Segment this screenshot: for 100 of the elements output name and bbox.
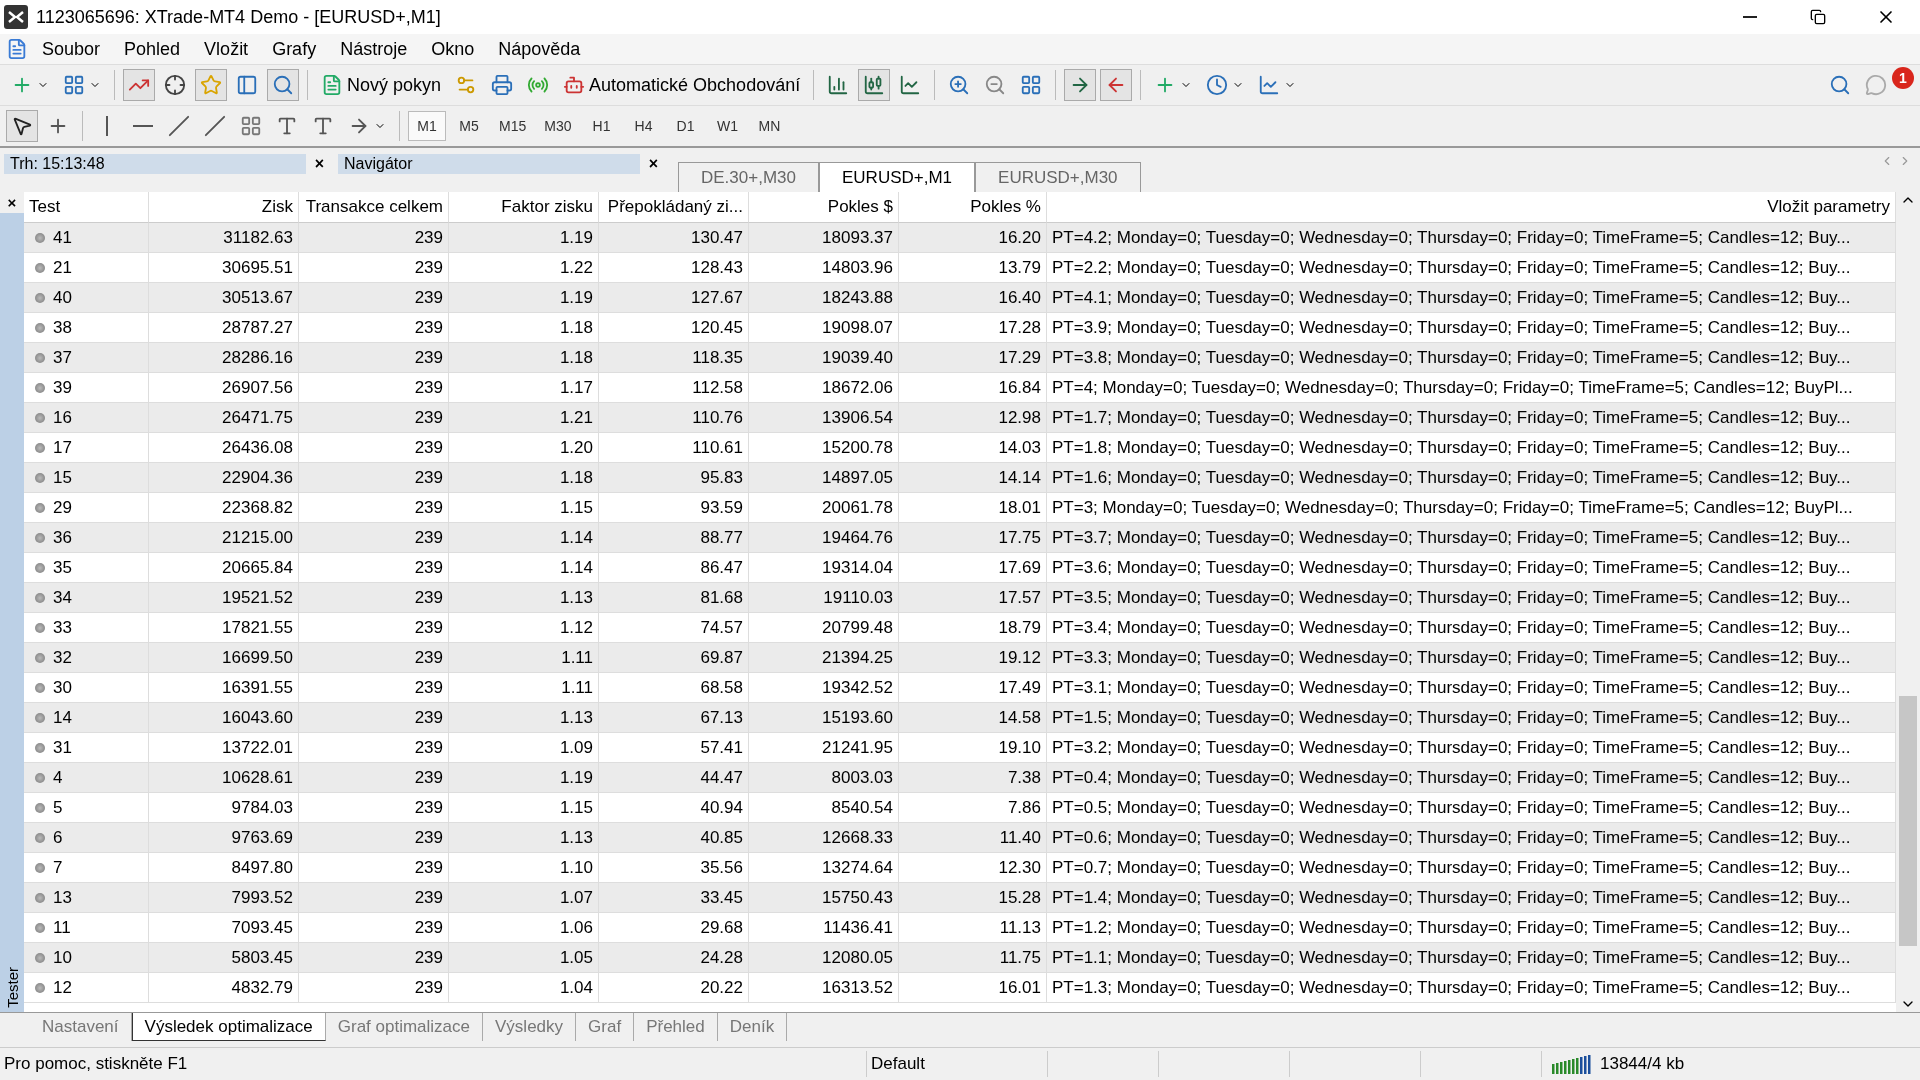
table-cell: 239: [299, 763, 449, 793]
cursor-button[interactable]: [6, 110, 38, 142]
new-order-button[interactable]: Nový pokyn: [316, 69, 447, 101]
menu-item[interactable]: Soubor: [32, 36, 111, 62]
tab[interactable]: Nastavení: [30, 1013, 132, 1041]
table-cell: 86.47: [599, 553, 749, 583]
menu-item[interactable]: Vložit: [194, 36, 259, 62]
status-dot: [35, 772, 45, 783]
tab[interactable]: Graf optimalizace: [325, 1013, 484, 1041]
timeframe-button[interactable]: H4: [624, 111, 663, 141]
table-cell: 12: [53, 977, 72, 998]
menu-item[interactable]: Grafy: [262, 36, 327, 62]
table-cell: 19521.52: [149, 583, 299, 613]
table-cell: 13.79: [899, 253, 1047, 283]
chart-tab[interactable]: EURUSD+,M1: [819, 162, 976, 192]
table-cell: 110.61: [599, 433, 749, 463]
close-button[interactable]: ×: [0, 192, 24, 213]
table-cell: 4832.79: [149, 973, 299, 1003]
status-dot: [35, 532, 45, 543]
table-cell: 118.35: [599, 343, 749, 373]
table-cell: 7993.52: [149, 883, 299, 913]
table-cell: 16.84: [899, 373, 1047, 403]
table-cell: PT=3.2; Monday=0; Tuesday=0; Wednesday=0; Thursday=0; Friday=0; TimeFrame=5; Candles=12; Buy...: [1047, 733, 1896, 763]
menu-item[interactable]: Nástroje: [330, 36, 418, 62]
status-dot: [35, 412, 45, 423]
status-dot: [35, 352, 45, 363]
auto-trading-button[interactable]: Automatické Obchodování: [558, 69, 806, 101]
status-dot: [35, 742, 45, 753]
panel-icon: [236, 74, 258, 96]
table-cell: 16391.55: [149, 673, 299, 703]
chart-tab[interactable]: EURUSD+,M30: [975, 162, 1141, 192]
table-cell: 11436.41: [749, 913, 899, 943]
close-button[interactable]: ×: [642, 155, 664, 173]
tab[interactable]: Deník: [717, 1013, 788, 1041]
tab[interactable]: Graf: [576, 1013, 635, 1041]
table-cell: PT=1.5; Monday=0; Tuesday=0; Wednesday=0; Thursday=0; Friday=0; TimeFrame=5; Candles=12; Buy...: [1047, 703, 1896, 733]
vertical-line-icon: [106, 116, 108, 136]
table-cell: 7: [53, 857, 63, 878]
chart-tab[interactable]: DE.30+,M30: [678, 162, 819, 192]
bar-chart-icon: [827, 74, 850, 96]
table-cell: 34: [53, 587, 72, 608]
chart-shift-button[interactable]: [1100, 69, 1133, 101]
timeframe-button[interactable]: D1: [666, 111, 705, 141]
minimize-icon: [1743, 16, 1757, 18]
tab[interactable]: Přehled: [634, 1013, 718, 1041]
tab[interactable]: Výsledek optimalizace: [131, 1013, 326, 1041]
table-cell: PT=3.1; Monday=0; Tuesday=0; Wednesday=0; Thursday=0; Friday=0; TimeFrame=5; Candles=12; Buy...: [1047, 673, 1896, 703]
close-button[interactable]: ×: [308, 155, 330, 173]
table-cell: PT=3.4; Monday=0; Tuesday=0; Wednesday=0; Thursday=0; Friday=0; TimeFrame=5; Candles=12; Buy...: [1047, 613, 1896, 643]
table-cell: 20061.78: [749, 493, 899, 523]
table-cell: 13906.54: [749, 403, 899, 433]
menu-item[interactable]: Pohled: [114, 36, 191, 62]
timeframe-button[interactable]: M30: [537, 111, 579, 141]
tester-label: Tester: [3, 967, 21, 1008]
status-dot: [35, 442, 45, 453]
table-cell: 1.20: [449, 433, 599, 463]
table-cell: 12668.33: [749, 823, 899, 853]
autoscroll-button[interactable]: [1064, 69, 1097, 101]
status-dot: [35, 592, 45, 603]
table-cell: 14.14: [899, 463, 1047, 493]
table-cell: 239: [299, 223, 449, 253]
timeframe-button[interactable]: M1: [408, 111, 446, 141]
table-cell: 19314.04: [749, 553, 899, 583]
table-cell: PT=4.2; Monday=0; Tuesday=0; Wednesday=0; Thursday=0; Friday=0; TimeFrame=5; Candles=12; Buy...: [1047, 223, 1896, 253]
table-cell: 33: [53, 617, 72, 638]
tester-button[interactable]: [267, 69, 299, 101]
table-cell: PT=4.1; Monday=0; Tuesday=0; Wednesday=0; Thursday=0; Friday=0; TimeFrame=5; Candles=12; Buy...: [1047, 283, 1896, 313]
timeframe-button[interactable]: M15: [492, 111, 534, 141]
status-dot: [35, 892, 45, 903]
table-cell: 14.03: [899, 433, 1047, 463]
timeframe-button[interactable]: H1: [582, 111, 621, 141]
table-cell: 239: [299, 553, 449, 583]
timeframe-button[interactable]: W1: [708, 111, 747, 141]
menu-item[interactable]: Nápověda: [488, 36, 591, 62]
table-cell: 1.19: [449, 223, 599, 253]
table-cell: 74.57: [599, 613, 749, 643]
table-cell: 40.85: [599, 823, 749, 853]
table-cell: 28787.27: [149, 313, 299, 343]
table-cell: 21241.95: [749, 733, 899, 763]
market-watch-button[interactable]: [123, 69, 155, 101]
table-cell: 12.30: [899, 853, 1047, 883]
crosshair-icon: [164, 74, 186, 96]
status-dot: [35, 802, 45, 813]
timeframe-button[interactable]: MN: [750, 111, 789, 141]
tab[interactable]: Výsledky: [483, 1013, 577, 1041]
table-cell: 9763.69: [149, 823, 299, 853]
candles-button[interactable]: [858, 69, 891, 101]
zoom-out-icon: [984, 74, 1007, 96]
document-icon: [6, 38, 28, 60]
timeframe-button[interactable]: M5: [450, 111, 488, 141]
status-dot: [35, 292, 45, 303]
table-cell: 239: [299, 673, 449, 703]
table-cell: 8497.80: [149, 853, 299, 883]
scrollbar-thumb[interactable]: [1899, 696, 1917, 946]
table-cell: PT=0.4; Monday=0; Tuesday=0; Wednesday=0; Thursday=0; Friday=0; TimeFrame=5; Candles=12; Buy...: [1047, 763, 1896, 793]
table-cell: 41: [53, 227, 72, 248]
table-cell: 12.98: [899, 403, 1047, 433]
menu-item[interactable]: Okno: [421, 36, 485, 62]
table-cell: 128.43: [599, 253, 749, 283]
table-cell: 1.17: [449, 373, 599, 403]
